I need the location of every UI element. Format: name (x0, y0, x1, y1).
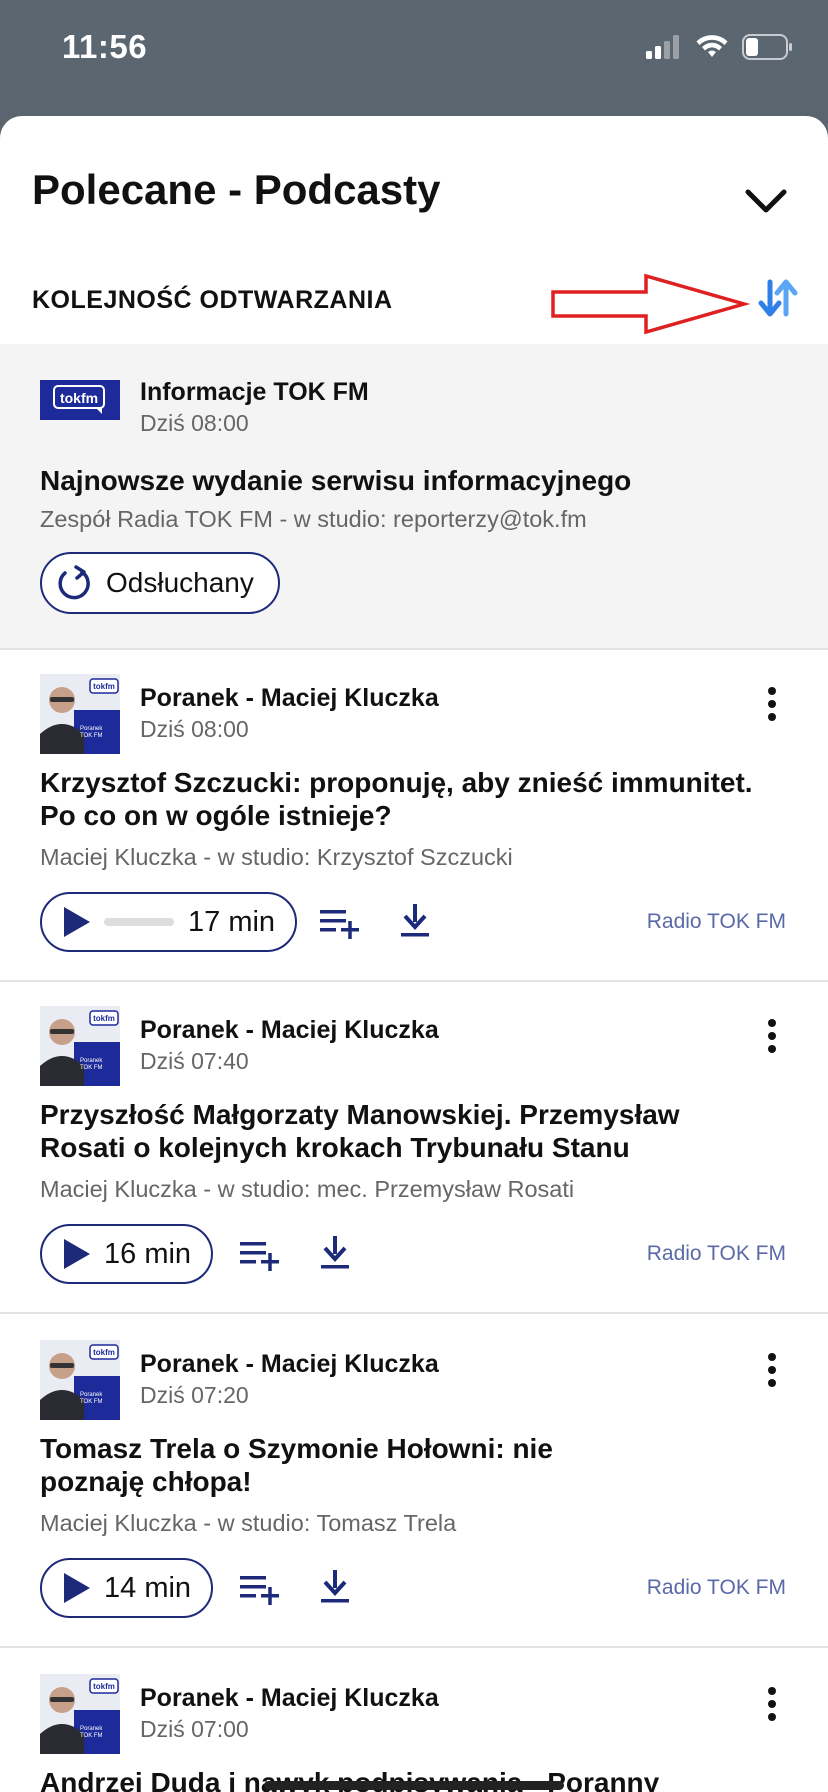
more-options-icon[interactable] (766, 1352, 778, 1388)
cellular-signal-icon (646, 35, 679, 59)
svg-text:Poranek: Poranek (80, 1392, 103, 1398)
tokfm-logo: tokfm (40, 380, 120, 420)
annotation-arrow (551, 273, 750, 335)
bottom-sheet: Polecane - Podcasty KOLEJNOŚĆ ODTWARZANI… (0, 116, 828, 1792)
episode-title-line: Rosati o kolejnych krokach Trybunału Sta… (40, 1132, 630, 1163)
duration-label: 17 min (188, 905, 276, 938)
source-label: Radio TOK FM (646, 1242, 786, 1265)
episode-title-line: Krzysztof Szczucki: proponuję, aby znieś… (40, 767, 753, 798)
add-to-queue-icon[interactable] (318, 904, 360, 940)
play-button[interactable]: 14 min (40, 1558, 214, 1618)
page-title: Polecane - Podcasty (32, 166, 441, 213)
episode-subtitle: Maciej Kluczka - w studio: Tomasz Trela (40, 1510, 457, 1536)
show-name: Poranek - Maciej Kluczka (140, 1684, 439, 1712)
download-icon[interactable] (314, 1568, 356, 1604)
episode-time: Dziś 08:00 (140, 716, 249, 742)
svg-text:TOK FM: TOK FM (80, 1399, 103, 1405)
show-name: Poranek - Maciej Kluczka (140, 1350, 439, 1378)
svg-text:TOK FM: TOK FM (80, 1733, 103, 1739)
wifi-icon (696, 35, 728, 57)
show-thumbnail: tokfm Poranek TOK FM (40, 1674, 120, 1754)
show-name: Poranek - Maciej Kluczka (140, 684, 439, 712)
play-button[interactable]: 16 min (40, 1224, 214, 1284)
more-options-icon[interactable] (766, 686, 778, 722)
playback-order-label: KOLEJNOŚĆ ODTWARZANIA (32, 286, 393, 314)
status-time: 11:56 (62, 28, 148, 65)
episode-title[interactable]: Tomasz Trela o Szymonie Hołowni: nie poz… (40, 1432, 788, 1498)
episode-title[interactable]: Przyszłość Małgorzaty Manowskiej. Przemy… (40, 1098, 788, 1164)
svg-text:tokfm: tokfm (93, 1682, 115, 1691)
home-indicator[interactable] (264, 1781, 564, 1790)
download-icon[interactable] (394, 902, 436, 938)
episode-title[interactable]: Najnowsze wydanie serwisu informacyjnego (40, 464, 788, 497)
download-icon[interactable] (314, 1234, 356, 1270)
play-icon (64, 1573, 90, 1603)
svg-text:Poranek: Poranek (80, 726, 103, 732)
episode-subtitle: Zespół Radia TOK FM - w studio: reporter… (40, 506, 587, 532)
episode-title-line: Po co on w ogóle istnieje? (40, 800, 392, 831)
listened-button[interactable]: Odsłuchany (40, 552, 280, 614)
episode-title[interactable]: Krzysztof Szczucki: proponuję, aby znieś… (40, 766, 788, 832)
svg-text:Poranek: Poranek (80, 1726, 103, 1732)
svg-text:tokfm: tokfm (93, 1348, 115, 1357)
list-item[interactable]: tokfm Poranek TOK FM Poranek - Maciej Kl… (0, 980, 828, 1314)
more-options-icon[interactable] (766, 1686, 778, 1722)
play-button[interactable]: 17 min (40, 892, 298, 952)
play-icon (64, 907, 90, 937)
episode-time: Dziś 07:00 (140, 1716, 249, 1742)
episode-subtitle: Maciej Kluczka - w studio: Krzysztof Szc… (40, 844, 513, 870)
show-thumbnail: tokfm Poranek TOK FM (40, 1340, 120, 1420)
svg-text:tokfm: tokfm (93, 682, 115, 691)
show-thumbnail: tokfm Poranek TOK FM (40, 1006, 120, 1086)
episode-title-line: Tomasz Trela o Szymonie Hołowni: nie (40, 1433, 553, 1464)
episode-time: Dziś 07:20 (140, 1382, 249, 1408)
duration-label: 14 min (104, 1571, 192, 1604)
episode-subtitle: Maciej Kluczka - w studio: mec. Przemysł… (40, 1176, 575, 1202)
source-label: Radio TOK FM (646, 1576, 786, 1599)
more-options-icon[interactable] (766, 1018, 778, 1054)
svg-text:TOK FM: TOK FM (80, 733, 103, 739)
battery-icon (742, 34, 792, 60)
list-item[interactable]: tokfm Poranek TOK FM Poranek - Maciej Kl… (0, 1312, 828, 1648)
episode-title-line: poznaję chłopa! (40, 1466, 252, 1497)
sort-order-icon[interactable] (758, 278, 798, 318)
duration-label: 16 min (104, 1237, 192, 1270)
show-name: Poranek - Maciej Kluczka (140, 1016, 439, 1044)
episode-time: Dziś 07:40 (140, 1048, 249, 1074)
list-item[interactable]: tokfm Poranek TOK FM Poranek - Maciej Kl… (0, 648, 828, 982)
replay-icon (58, 565, 90, 600)
status-bar: 11:56 (0, 0, 828, 110)
svg-text:tokfm: tokfm (60, 390, 98, 406)
svg-text:TOK FM: TOK FM (80, 1065, 103, 1071)
play-icon (64, 1239, 90, 1269)
listened-label: Odsłuchany (106, 567, 254, 598)
list-item[interactable]: tokfm Informacje TOK FM Dziś 08:00 Najno… (0, 344, 828, 650)
add-to-queue-icon[interactable] (238, 1570, 280, 1606)
show-name: Informacje TOK FM (140, 378, 369, 406)
status-icons (646, 34, 794, 60)
episode-time: Dziś 08:00 (140, 410, 249, 436)
source-label: Radio TOK FM (646, 910, 786, 933)
episode-title-line: Przyszłość Małgorzaty Manowskiej. Przemy… (40, 1099, 680, 1130)
svg-text:tokfm: tokfm (93, 1014, 115, 1023)
list-item[interactable]: tokfm Poranek TOK FM Poranek - Maciej Kl… (0, 1646, 828, 1792)
svg-text:Poranek: Poranek (80, 1058, 103, 1064)
add-to-queue-icon[interactable] (238, 1236, 280, 1272)
progress-bar (104, 918, 174, 926)
show-thumbnail: tokfm Poranek TOK FM (40, 674, 120, 754)
chevron-down-icon[interactable] (744, 186, 788, 216)
